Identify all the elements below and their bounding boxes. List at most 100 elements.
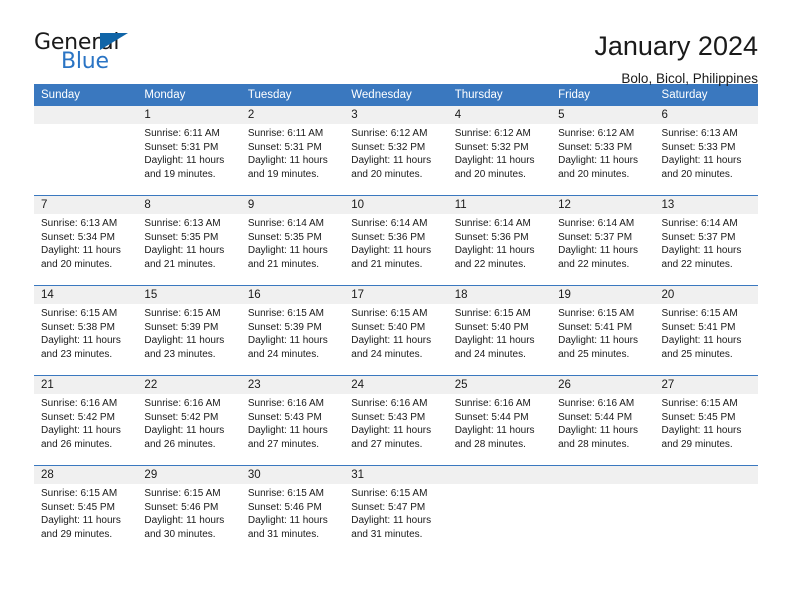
calendar-cell[interactable]: [551, 465, 655, 555]
daylight-text-line2: and 29 minutes.: [41, 528, 113, 540]
calendar-cell[interactable]: [654, 465, 758, 555]
day-number: [447, 466, 552, 484]
sunset-text: Sunset: 5:38 PM: [41, 321, 115, 333]
daylight-text-line1: Daylight: 11 hours: [454, 425, 535, 437]
sunrise-text: Sunrise: 6:15 AM: [247, 488, 324, 499]
calendar-cell[interactable]: 26 Sunrise: 6:16 AM Sunset: 5:44 PM Dayl…: [551, 375, 655, 466]
general-blue-logo[interactable]: General Blue: [34, 30, 144, 76]
daylight-text-line1: Daylight: 11 hours: [351, 425, 432, 437]
day-details: [551, 484, 655, 487]
weekday-header-saturday: Saturday: [654, 84, 758, 106]
calendar-cell[interactable]: 27 Sunrise: 6:15 AM Sunset: 5:45 PM Dayl…: [654, 375, 758, 466]
calendar-cell[interactable]: 16 Sunrise: 6:15 AM Sunset: 5:39 PM Dayl…: [240, 285, 345, 376]
calendar-cell[interactable]: 6 Sunrise: 6:13 AM Sunset: 5:33 PM Dayli…: [654, 106, 758, 196]
calendar-cell[interactable]: 13 Sunrise: 6:14 AM Sunset: 5:37 PM Dayl…: [654, 195, 758, 286]
day-number: 12: [551, 196, 655, 214]
sunset-text: Sunset: 5:39 PM: [144, 321, 219, 333]
calendar-cell[interactable]: 8 Sunrise: 6:13 AM Sunset: 5:35 PM Dayli…: [137, 195, 241, 286]
daylight-text-line1: Daylight: 11 hours: [247, 155, 328, 167]
daylight-text-line1: Daylight: 11 hours: [454, 245, 535, 257]
sunset-text: Sunset: 5:46 PM: [247, 501, 322, 513]
sunset-text: Sunset: 5:44 PM: [454, 411, 529, 423]
sunrise-text: Sunrise: 6:11 AM: [144, 128, 220, 139]
calendar-cell[interactable]: 18 Sunrise: 6:15 AM Sunset: 5:40 PM Dayl…: [447, 285, 552, 376]
daylight-text-line1: Daylight: 11 hours: [558, 335, 638, 347]
calendar-cell[interactable]: 14 Sunrise: 6:15 AM Sunset: 5:38 PM Dayl…: [34, 285, 138, 376]
weekday-header-monday: Monday: [137, 84, 241, 106]
day-number: 30: [240, 466, 345, 484]
day-number: 15: [137, 286, 241, 304]
sunrise-text: Sunrise: 6:15 AM: [351, 308, 428, 319]
weekday-header-sunday: Sunday: [34, 84, 138, 106]
calendar-cell[interactable]: 23 Sunrise: 6:16 AM Sunset: 5:43 PM Dayl…: [240, 375, 345, 466]
daylight-text-line2: and 23 minutes.: [144, 348, 216, 360]
sunset-text: Sunset: 5:36 PM: [454, 231, 529, 243]
calendar-cell[interactable]: 12 Sunrise: 6:14 AM Sunset: 5:37 PM Dayl…: [551, 195, 655, 286]
calendar-cell[interactable]: 1 Sunrise: 6:11 AM Sunset: 5:31 PM Dayli…: [137, 106, 241, 196]
daylight-text-line2: and 31 minutes.: [247, 528, 320, 540]
calendar-cell[interactable]: 2 Sunrise: 6:11 AM Sunset: 5:31 PM Dayli…: [240, 106, 345, 196]
daylight-text-line1: Daylight: 11 hours: [41, 425, 121, 437]
day-details: Sunrise: 6:15 AM Sunset: 5:46 PM Dayligh…: [137, 484, 240, 541]
daylight-text-line1: Daylight: 11 hours: [247, 515, 328, 527]
calendar-cell[interactable]: 7 Sunrise: 6:13 AM Sunset: 5:34 PM Dayli…: [34, 195, 138, 286]
calendar-cell[interactable]: 20 Sunrise: 6:15 AM Sunset: 5:41 PM Dayl…: [654, 285, 758, 376]
daylight-text-line2: and 21 minutes.: [144, 258, 216, 270]
day-number: 31: [344, 466, 448, 484]
day-details: Sunrise: 6:15 AM Sunset: 5:41 PM Dayligh…: [655, 304, 758, 361]
day-details: Sunrise: 6:16 AM Sunset: 5:44 PM Dayligh…: [448, 394, 551, 451]
calendar-cell[interactable]: 11 Sunrise: 6:14 AM Sunset: 5:36 PM Dayl…: [447, 195, 552, 286]
daylight-text-line2: and 28 minutes.: [454, 438, 526, 450]
calendar-cell[interactable]: [447, 465, 552, 555]
sunset-text: Sunset: 5:40 PM: [351, 321, 426, 333]
day-details: Sunrise: 6:15 AM Sunset: 5:40 PM Dayligh…: [344, 304, 447, 361]
calendar-cell[interactable]: 21 Sunrise: 6:16 AM Sunset: 5:42 PM Dayl…: [34, 375, 138, 466]
calendar-cell[interactable]: 10 Sunrise: 6:14 AM Sunset: 5:36 PM Dayl…: [344, 195, 448, 286]
calendar-cell[interactable]: 15 Sunrise: 6:15 AM Sunset: 5:39 PM Dayl…: [137, 285, 241, 376]
calendar-cell[interactable]: 9 Sunrise: 6:14 AM Sunset: 5:35 PM Dayli…: [240, 195, 345, 286]
daylight-text-line1: Daylight: 11 hours: [144, 335, 225, 347]
calendar-cell[interactable]: 3 Sunrise: 6:12 AM Sunset: 5:32 PM Dayli…: [344, 106, 448, 196]
sunset-text: Sunset: 5:42 PM: [41, 411, 115, 423]
sunrise-text: Sunrise: 6:13 AM: [661, 128, 738, 139]
day-number: 9: [240, 196, 345, 214]
calendar-cell[interactable]: 5 Sunrise: 6:12 AM Sunset: 5:33 PM Dayli…: [551, 106, 655, 196]
sunset-text: Sunset: 5:41 PM: [661, 321, 736, 333]
daylight-text-line1: Daylight: 11 hours: [247, 425, 328, 437]
daylight-text-line1: Daylight: 11 hours: [351, 245, 432, 257]
calendar-cell[interactable]: 24 Sunrise: 6:16 AM Sunset: 5:43 PM Dayl…: [344, 375, 448, 466]
calendar-cell[interactable]: 17 Sunrise: 6:15 AM Sunset: 5:40 PM Dayl…: [344, 285, 448, 376]
daylight-text-line2: and 20 minutes.: [351, 168, 423, 180]
day-details: Sunrise: 6:15 AM Sunset: 5:45 PM Dayligh…: [34, 484, 137, 541]
daylight-text-line1: Daylight: 11 hours: [351, 155, 432, 167]
calendar-cell[interactable]: 25 Sunrise: 6:16 AM Sunset: 5:44 PM Dayl…: [447, 375, 552, 466]
sunset-text: Sunset: 5:43 PM: [351, 411, 426, 423]
calendar-cell[interactable]: 4 Sunrise: 6:12 AM Sunset: 5:32 PM Dayli…: [447, 106, 552, 196]
daylight-text-line1: Daylight: 11 hours: [144, 155, 225, 167]
day-number: 14: [34, 286, 138, 304]
daylight-text-line1: Daylight: 11 hours: [351, 515, 432, 527]
day-details: [654, 484, 758, 487]
daylight-text-line2: and 25 minutes.: [661, 348, 733, 360]
day-details: [34, 124, 138, 127]
calendar-cell[interactable]: 28 Sunrise: 6:15 AM Sunset: 5:45 PM Dayl…: [34, 465, 138, 555]
calendar-cell[interactable]: 31 Sunrise: 6:15 AM Sunset: 5:47 PM Dayl…: [344, 465, 448, 555]
calendar-cell[interactable]: 29 Sunrise: 6:15 AM Sunset: 5:46 PM Dayl…: [137, 465, 241, 555]
calendar-cell[interactable]: 19 Sunrise: 6:15 AM Sunset: 5:41 PM Dayl…: [551, 285, 655, 376]
triangle-flag-icon: [100, 33, 128, 50]
calendar-cell[interactable]: 30 Sunrise: 6:15 AM Sunset: 5:46 PM Dayl…: [240, 465, 345, 555]
daylight-text-line2: and 24 minutes.: [454, 348, 526, 360]
calendar-cell[interactable]: 22 Sunrise: 6:16 AM Sunset: 5:42 PM Dayl…: [137, 375, 241, 466]
calendar-cell[interactable]: [34, 106, 138, 196]
sunrise-text: Sunrise: 6:12 AM: [558, 128, 635, 139]
day-number: 5: [551, 106, 655, 124]
daylight-text-line2: and 30 minutes.: [144, 528, 216, 540]
day-details: Sunrise: 6:15 AM Sunset: 5:47 PM Dayligh…: [344, 484, 447, 541]
day-number: 25: [447, 376, 552, 394]
daylight-text-line1: Daylight: 11 hours: [558, 425, 638, 437]
calendar-page: General Blue January 2024 Bolo, Bicol, P…: [0, 0, 792, 612]
daylight-text-line1: Daylight: 11 hours: [351, 335, 432, 347]
sunset-text: Sunset: 5:39 PM: [247, 321, 322, 333]
daylight-text-line1: Daylight: 11 hours: [661, 245, 742, 257]
sunset-text: Sunset: 5:37 PM: [558, 231, 633, 243]
